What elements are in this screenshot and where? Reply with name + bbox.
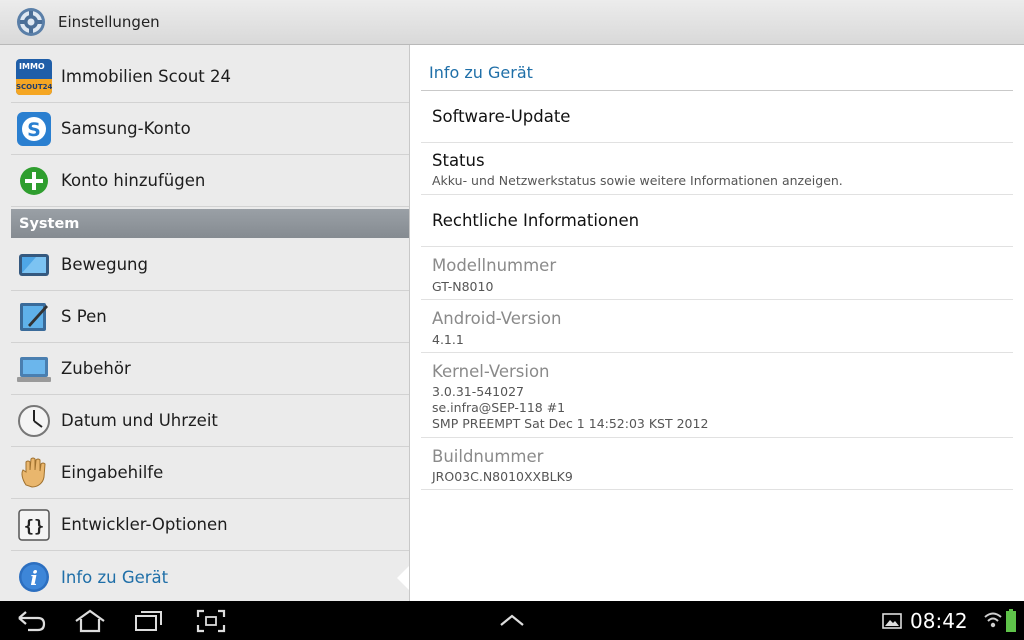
svg-text:i: i	[30, 566, 38, 590]
row-legal-info[interactable]: Rechtliche Informationen	[421, 195, 1013, 247]
accessory-icon	[17, 356, 51, 382]
settings-item-s-pen[interactable]: S Pen	[11, 291, 409, 343]
settings-item-label: Konto hinzufügen	[61, 171, 206, 190]
selection-pointer	[397, 565, 409, 591]
row-value: 4.1.1	[432, 332, 464, 347]
row-model-number: Modellnummer GT-N8010	[421, 247, 1013, 300]
row-value: 3.0.31-541027	[432, 384, 524, 399]
settings-item-info-zu-geraet[interactable]: i Info zu Gerät	[11, 551, 409, 601]
row-kernel-version: Kernel-Version 3.0.31-541027 se.infra@SE…	[421, 353, 1013, 438]
settings-item-datum-uhrzeit[interactable]: Datum und Uhrzeit	[11, 395, 409, 447]
wifi-icon	[984, 612, 1002, 628]
settings-item-label: Samsung-Konto	[61, 119, 191, 138]
action-bar: Einstellungen	[0, 0, 1024, 45]
settings-item-label: Eingabehilfe	[61, 463, 164, 482]
battery-icon	[1006, 609, 1016, 632]
chevron-up-icon[interactable]	[498, 613, 526, 627]
home-icon[interactable]	[74, 609, 106, 633]
app-title: Einstellungen	[58, 13, 160, 31]
svg-text:{}: {}	[24, 517, 44, 537]
svg-text:S: S	[27, 119, 41, 141]
row-title: Modellnummer	[432, 256, 557, 275]
back-icon[interactable]	[16, 610, 46, 632]
row-title: Buildnummer	[432, 447, 544, 466]
gallery-notification-icon[interactable]	[882, 613, 902, 629]
row-value: GT-N8010	[432, 279, 494, 294]
system-nav-bar	[0, 601, 1024, 640]
row-title: Android-Version	[432, 309, 562, 328]
settings-item-label: Immobilien Scout 24	[61, 67, 231, 86]
spen-icon	[20, 302, 48, 331]
row-android-version: Android-Version 4.1.1	[421, 300, 1013, 353]
row-title: Kernel-Version	[432, 362, 550, 381]
add-account-icon	[20, 166, 48, 195]
recent-apps-icon[interactable]	[134, 610, 164, 632]
settings-item-label: Zubehör	[61, 359, 131, 378]
row-software-update[interactable]: Software-Update	[421, 91, 1013, 143]
settings-item-konto-hinzufuegen[interactable]: Konto hinzufügen	[11, 155, 409, 207]
settings-item-zubehoer[interactable]: Zubehör	[11, 343, 409, 395]
settings-item-label: Info zu Gerät	[61, 567, 169, 587]
settings-item-samsung-konto[interactable]: S Samsung-Konto	[11, 103, 409, 155]
settings-item-immobilien-scout[interactable]: IMMO SCOUT24 Immobilien Scout 24	[11, 51, 409, 103]
row-title: Status	[432, 151, 485, 170]
settings-gear-icon[interactable]	[16, 7, 46, 37]
row-value: JRO03C.N8010XXBLK9	[432, 469, 573, 484]
settings-item-label: Bewegung	[61, 255, 148, 274]
settings-list: IMMO SCOUT24 Immobilien Scout 24 S Samsu…	[0, 45, 410, 601]
row-build-number: Buildnummer JRO03C.N8010XXBLK9	[421, 438, 1013, 490]
row-title: Rechtliche Informationen	[432, 211, 640, 230]
immoscout-icon: IMMO SCOUT24	[16, 58, 52, 95]
settings-item-label: Entwickler-Optionen	[61, 515, 228, 534]
settings-item-bewegung[interactable]: Bewegung	[11, 239, 409, 291]
hand-icon	[21, 457, 46, 488]
settings-item-eingabehilfe[interactable]: Eingabehilfe	[11, 447, 409, 499]
clock-icon	[18, 404, 50, 437]
braces-icon: {}	[18, 508, 50, 541]
motion-icon	[19, 253, 49, 276]
detail-title: Info zu Gerät	[429, 63, 533, 82]
detail-pane: Info zu Gerät Software-Update Status Akk…	[410, 45, 1024, 601]
row-subtitle: Akku- und Netzwerkstatus sowie weitere I…	[432, 173, 843, 188]
info-icon: i	[19, 562, 49, 592]
row-value: se.infra@SEP-118 #1	[432, 400, 566, 415]
screenshot-icon[interactable]	[196, 609, 226, 633]
samsung-account-icon: S	[17, 111, 51, 146]
settings-item-label: Datum und Uhrzeit	[61, 411, 218, 430]
settings-item-label: S Pen	[61, 307, 107, 326]
row-value: SMP PREEMPT Sat Dec 1 14:52:03 KST 2012	[432, 416, 709, 431]
clock[interactable]: 08:42	[910, 609, 968, 633]
row-title: Software-Update	[432, 107, 571, 126]
row-status[interactable]: Status Akku- und Netzwerkstatus sowie we…	[421, 143, 1013, 195]
settings-item-entwickler-optionen[interactable]: {} Entwickler-Optionen	[11, 499, 409, 551]
section-header-system: System	[11, 209, 409, 238]
